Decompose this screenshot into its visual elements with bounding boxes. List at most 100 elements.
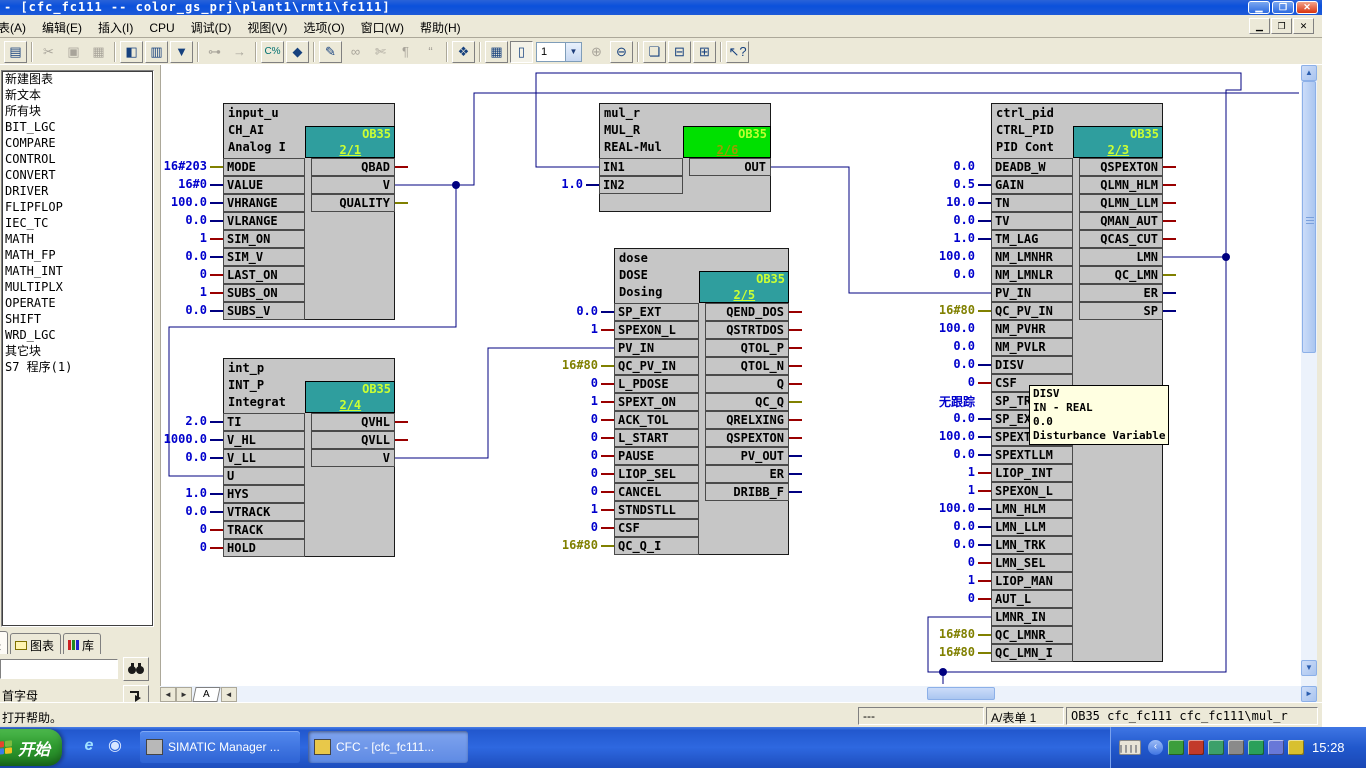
- mdi-minimize-button[interactable]: ▁: [1249, 18, 1270, 34]
- menu-item-0[interactable]: 图表(A): [0, 15, 34, 37]
- menu-item-2[interactable]: 插入(I): [90, 15, 141, 37]
- pin-dose-QSPEXTON[interactable]: QSPEXTON: [705, 429, 789, 447]
- catalog-tab-块[interactable]: 块: [0, 631, 8, 654]
- pin-int_p-VTRACK[interactable]: VTRACK: [223, 503, 305, 521]
- pin-int_p-HOLD[interactable]: HOLD: [223, 539, 305, 557]
- sheet-tab-a[interactable]: A: [192, 687, 220, 702]
- pin-ctrl_pid-SPEXON_L[interactable]: SPEXON_L: [991, 482, 1073, 500]
- pin-dose-CANCEL[interactable]: CANCEL: [614, 483, 699, 501]
- pin-value-int_p-V_HL[interactable]: 1000.0: [160, 432, 207, 446]
- vertical-scrollbar[interactable]: ▲ ▼: [1301, 65, 1317, 686]
- task-button-1[interactable]: CFC - [cfc_fc111...: [308, 731, 468, 763]
- catalog-item-DRIVER[interactable]: DRIVER: [2, 183, 153, 199]
- pin-int_p-QVLL[interactable]: QVLL: [311, 431, 395, 449]
- pin-int_p-V_HL[interactable]: V_HL: [223, 431, 305, 449]
- pin-value-dose-QC_PV_IN[interactable]: 16#80: [522, 358, 598, 372]
- pin-value-dose-QC_Q_I[interactable]: 16#80: [522, 538, 598, 552]
- restore-button[interactable]: ❐: [1272, 1, 1294, 14]
- pin-ctrl_pid-QSPEXTON[interactable]: QSPEXTON: [1079, 158, 1163, 176]
- vertical-scroll-thumb[interactable]: [1302, 81, 1316, 353]
- pin-value-ctrl_pid-GAIN[interactable]: 0.5: [899, 177, 975, 191]
- scroll-down-icon[interactable]: ▼: [1301, 660, 1317, 676]
- pin-value-dose-SP_EXT[interactable]: 0.0: [522, 304, 598, 318]
- pin-dose-STNDSTLL[interactable]: STNDSTLL: [614, 501, 699, 519]
- sheet-prev-button[interactable]: ◄: [160, 687, 176, 702]
- pin-value-ctrl_pid-LMN_LLM[interactable]: 0.0: [899, 519, 975, 533]
- pin-value-ctrl_pid-NM_PVHR[interactable]: 100.0: [899, 321, 975, 335]
- pin-value-dose-CANCEL[interactable]: 0: [522, 484, 598, 498]
- pin-ctrl_pid-LIOP_INT[interactable]: LIOP_INT: [991, 464, 1073, 482]
- pin-ctrl_pid-LMN_SEL[interactable]: LMN_SEL: [991, 554, 1073, 572]
- pin-value-ctrl_pid-LMN_HLM[interactable]: 100.0: [899, 501, 975, 515]
- fit-window-icon[interactable]: ❖: [452, 41, 475, 63]
- pin-value-int_p-HOLD[interactable]: 0: [160, 540, 207, 554]
- pin-value-ctrl_pid-DISV[interactable]: 0.0: [899, 357, 975, 371]
- pin-dose-PV_OUT[interactable]: PV_OUT: [705, 447, 789, 465]
- pin-ctrl_pid-DEADB_W[interactable]: DEADB_W: [991, 158, 1073, 176]
- scroll-right-icon[interactable]: ►: [1301, 686, 1317, 702]
- catalog-item-MATH[interactable]: MATH: [2, 231, 153, 247]
- pin-value-ctrl_pid-NM_LMNLR[interactable]: 0.0: [899, 267, 975, 281]
- pin-input_u-MODE[interactable]: MODE: [223, 158, 305, 176]
- catalog-item-CONVERT[interactable]: CONVERT: [2, 167, 153, 183]
- pin-ctrl_pid-LIOP_MAN[interactable]: LIOP_MAN: [991, 572, 1073, 590]
- pin-dose-SPEXON_L[interactable]: SPEXON_L: [614, 321, 699, 339]
- pin-value-ctrl_pid-AUT_L[interactable]: 0: [899, 591, 975, 605]
- pin-value-dose-PAUSE[interactable]: 0: [522, 448, 598, 462]
- pin-value-ctrl_pid-NM_PVLR[interactable]: 0.0: [899, 339, 975, 353]
- pin-input_u-VHRANGE[interactable]: VHRANGE: [223, 194, 305, 212]
- mdi-restore-button[interactable]: ❐: [1271, 18, 1292, 34]
- pin-dose-L_PDOSE[interactable]: L_PDOSE: [614, 375, 699, 393]
- pin-value-dose-STNDSTLL[interactable]: 1: [522, 502, 598, 516]
- pin-ctrl_pid-NM_PVHR[interactable]: NM_PVHR: [991, 320, 1073, 338]
- pin-ctrl_pid-QC_LMNR_[interactable]: QC_LMNR_: [991, 626, 1073, 644]
- pin-input_u-SUBS_ON[interactable]: SUBS_ON: [223, 284, 305, 302]
- pin-ctrl_pid-LMN_TRK[interactable]: LMN_TRK: [991, 536, 1073, 554]
- tray-collapse-icon[interactable]: ‹: [1148, 740, 1163, 755]
- pin-value-dose-L_PDOSE[interactable]: 0: [522, 376, 598, 390]
- pin-value-ctrl_pid-LIOP_INT[interactable]: 1: [899, 465, 975, 479]
- pin-value-dose-CSF[interactable]: 0: [522, 520, 598, 534]
- update-types-icon[interactable]: C%: [261, 41, 284, 63]
- search-input[interactable]: [0, 659, 118, 679]
- pin-value-input_u-VHRANGE[interactable]: 100.0: [160, 195, 207, 209]
- pin-value-dose-ACK_TOL[interactable]: 0: [522, 412, 598, 426]
- pin-value-ctrl_pid-CSF[interactable]: 0: [899, 375, 975, 389]
- zoom-select[interactable]: 1▼: [536, 42, 582, 62]
- cfc-chart-canvas[interactable]: input_uCH_AIAnalog IOB352/1MODE16#203VAL…: [160, 65, 1301, 686]
- pin-dose-QTOL_N[interactable]: QTOL_N: [705, 357, 789, 375]
- menu-item-7[interactable]: 窗口(W): [353, 15, 412, 37]
- pin-dose-QC_Q_I[interactable]: QC_Q_I: [614, 537, 699, 555]
- pin-value-int_p-TI[interactable]: 2.0: [160, 414, 207, 428]
- pin-input_u-SUBS_V[interactable]: SUBS_V: [223, 302, 305, 320]
- pin-ctrl_pid-NM_LMNHR[interactable]: NM_LMNHR: [991, 248, 1073, 266]
- scroll-up-icon[interactable]: ▲: [1301, 65, 1317, 81]
- help-cursor-icon[interactable]: ↖?: [726, 41, 749, 63]
- find-button[interactable]: [123, 657, 149, 681]
- mdi-close-button[interactable]: ✕: [1293, 18, 1314, 34]
- vmware-icon[interactable]: [1228, 740, 1244, 755]
- catalog-item-MULTIPLX[interactable]: MULTIPLX: [2, 279, 153, 295]
- pin-value-input_u-VLRANGE[interactable]: 0.0: [160, 213, 207, 227]
- catalog-tab-图表[interactable]: 图表: [10, 633, 61, 654]
- simatic-online-icon[interactable]: [1188, 740, 1204, 755]
- internet-explorer-icon[interactable]: e: [78, 735, 100, 757]
- pin-value-input_u-VALUE[interactable]: 16#0: [160, 177, 207, 191]
- pin-dose-Q[interactable]: Q: [705, 375, 789, 393]
- pin-value-int_p-VTRACK[interactable]: 0.0: [160, 504, 207, 518]
- pin-value-mul_r-IN2[interactable]: 1.0: [507, 177, 583, 191]
- pin-ctrl_pid-NM_LMNLR[interactable]: NM_LMNLR: [991, 266, 1073, 284]
- pin-value-input_u-MODE[interactable]: 16#203: [160, 159, 207, 173]
- catalog-item-所有块[interactable]: 所有块: [2, 103, 153, 119]
- catalog-item-IEC_TC[interactable]: IEC_TC: [2, 215, 153, 231]
- pin-ctrl_pid-NM_PVLR[interactable]: NM_PVLR: [991, 338, 1073, 356]
- catalog-item-SHIFT[interactable]: SHIFT: [2, 311, 153, 327]
- pin-ctrl_pid-PV_IN[interactable]: PV_IN: [991, 284, 1073, 302]
- pin-value-ctrl_pid-LIOP_MAN[interactable]: 1: [899, 573, 975, 587]
- pin-input_u-LAST_ON[interactable]: LAST_ON: [223, 266, 305, 284]
- catalog-item-COMPARE[interactable]: COMPARE: [2, 135, 153, 151]
- pin-ctrl_pid-DISV[interactable]: DISV: [991, 356, 1073, 374]
- simatic-pg-icon[interactable]: [1168, 740, 1184, 755]
- pin-ctrl_pid-SP[interactable]: SP: [1079, 302, 1163, 320]
- sheet-view-icon[interactable]: ▥: [145, 41, 168, 63]
